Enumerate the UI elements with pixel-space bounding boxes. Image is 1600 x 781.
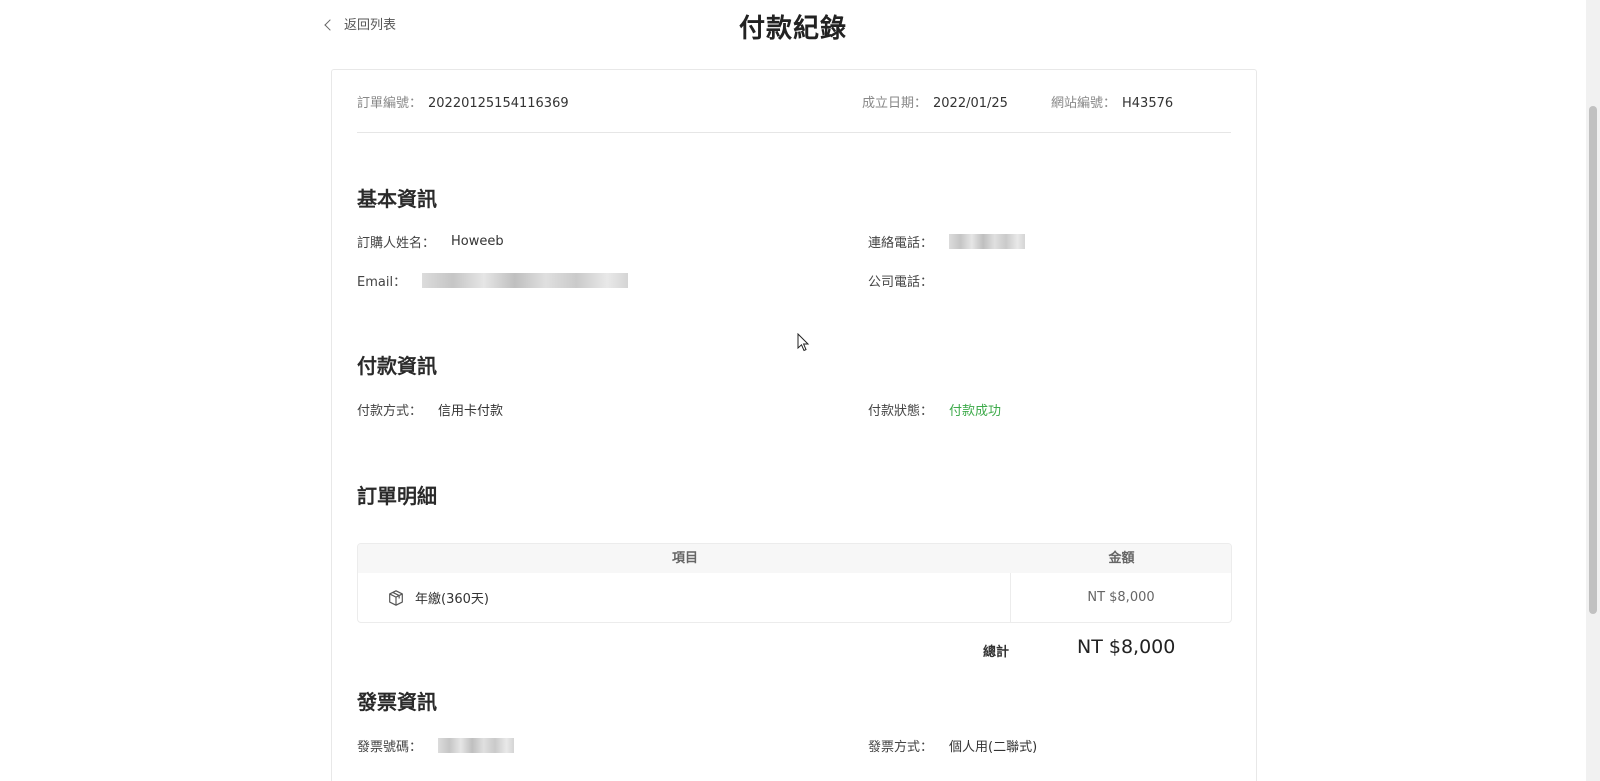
invoice-method-field: 發票方式： 個人用(二聯式) [868,740,1038,755]
redacted-email [422,273,629,288]
page-scrollbar[interactable] [1586,0,1600,781]
payment-status-badge: 付款成功 [949,404,1002,419]
order-number: 訂單編號： 20220125154116369 [357,96,569,111]
invoice-info-title: 發票資訊 [357,690,437,714]
order-meta-row: 訂單編號： 20220125154116369 成立日期： 2022/01/25 網… [357,70,1231,133]
total-value: NT $8,000 [1077,636,1176,658]
scrollbar-thumb[interactable] [1589,106,1597,614]
redacted-phone [949,234,1026,249]
payment-status-field: 付款狀態： 付款成功 [868,400,1001,419]
company-phone-field: 公司電話： [868,275,934,290]
redacted-invoice-number [438,738,515,753]
row-item-label: 年繳(360天) [415,592,489,607]
order-details-title: 訂單明細 [357,484,437,508]
order-details-table: 項目 金額 年繳(360天) NT $8,000 [357,543,1232,623]
total-label: 總計 [983,645,1010,660]
payment-record-page: 返回列表 付款紀錄 訂單編號： 20220125154116369 成立日期： 20… [0,0,1600,781]
table-row: 年繳(360天) NT $8,000 [358,573,1231,622]
email-field: Email： [357,271,629,290]
table-header: 項目 金額 [358,544,1231,573]
page-title: 付款紀錄 [738,14,847,44]
mouse-cursor-icon [797,333,810,352]
package-icon [389,589,403,606]
created-date: 成立日期： 2022/01/25 [862,96,1008,111]
contact-phone-field: 連絡電話： [868,232,1026,251]
column-header-item: 項目 [671,551,698,566]
site-number: 網站編號： H43576 [1051,96,1174,111]
invoice-number-field: 發票號碼： [357,736,515,755]
row-amount-cell: NT $8,000 [1087,590,1155,605]
payment-method-field: 付款方式： 信用卡付款 [357,404,504,419]
row-item-cell: 年繳(360天) [358,573,1011,622]
payment-info-title: 付款資訊 [357,354,437,378]
basic-info-title: 基本資訊 [357,187,437,211]
buyer-name-field: 訂購人姓名： Howeeb [357,234,504,251]
column-header-amount: 金額 [1108,551,1135,566]
record-card: 訂單編號： 20220125154116369 成立日期： 2022/01/25 網… [331,69,1257,781]
